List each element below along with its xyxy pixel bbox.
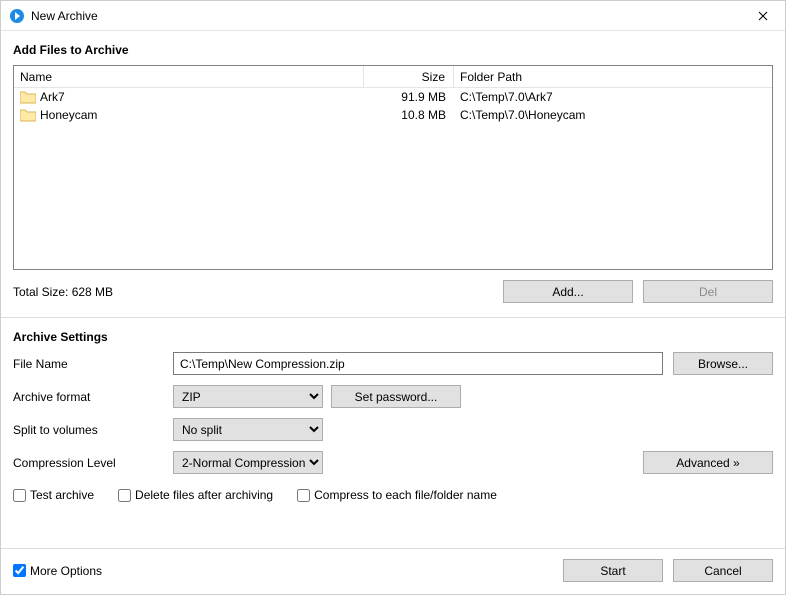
total-size: Total Size: 628 MB — [13, 285, 113, 299]
add-files-heading: Add Files to Archive — [13, 43, 773, 57]
compress-each-label: Compress to each file/folder name — [314, 488, 497, 502]
file-size: 91.9 MB — [364, 90, 454, 104]
column-header-name[interactable]: Name — [14, 66, 364, 87]
browse-button[interactable]: Browse... — [673, 352, 773, 375]
split-label: Split to volumes — [13, 423, 173, 437]
file-list: Name Size Folder Path Ark7 91.9 MB C:\Te… — [13, 65, 773, 270]
window-title: New Archive — [31, 9, 740, 23]
set-password-button[interactable]: Set password... — [331, 385, 461, 408]
file-list-body[interactable]: Ark7 91.9 MB C:\Temp\7.0\Ark7 Honeycam 1… — [14, 88, 772, 269]
cancel-button[interactable]: Cancel — [673, 559, 773, 582]
file-row[interactable]: Ark7 91.9 MB C:\Temp\7.0\Ark7 — [14, 88, 772, 106]
file-row[interactable]: Honeycam 10.8 MB C:\Temp\7.0\Honeycam — [14, 106, 772, 124]
compression-level-select[interactable]: 2-Normal Compression — [173, 451, 323, 474]
split-select[interactable]: No split — [173, 418, 323, 441]
test-archive-checkbox[interactable]: Test archive — [13, 488, 94, 502]
app-icon — [9, 8, 25, 24]
file-size: 10.8 MB — [364, 108, 454, 122]
more-options-checkbox[interactable]: More Options — [13, 564, 102, 578]
archive-settings-heading: Archive Settings — [13, 330, 773, 344]
start-button[interactable]: Start — [563, 559, 663, 582]
add-button[interactable]: Add... — [503, 280, 633, 303]
folder-icon — [20, 90, 36, 104]
file-name-input[interactable] — [173, 352, 663, 375]
delete-after-label: Delete files after archiving — [135, 488, 273, 502]
file-name: Ark7 — [40, 90, 65, 104]
more-options-label: More Options — [30, 564, 102, 578]
file-path: C:\Temp\7.0\Honeycam — [454, 108, 772, 122]
advanced-button[interactable]: Advanced » — [643, 451, 773, 474]
folder-icon — [20, 108, 36, 122]
file-name-label: File Name — [13, 357, 173, 371]
file-path: C:\Temp\7.0\Ark7 — [454, 90, 772, 104]
compression-level-label: Compression Level — [13, 456, 173, 470]
column-header-path[interactable]: Folder Path — [454, 66, 772, 87]
del-button[interactable]: Del — [643, 280, 773, 303]
titlebar: New Archive — [1, 1, 785, 31]
compress-each-checkbox[interactable]: Compress to each file/folder name — [297, 488, 497, 502]
archive-format-label: Archive format — [13, 390, 173, 404]
file-list-header: Name Size Folder Path — [14, 66, 772, 88]
column-header-size[interactable]: Size — [364, 66, 454, 87]
file-name: Honeycam — [40, 108, 97, 122]
archive-format-select[interactable]: ZIP — [173, 385, 323, 408]
delete-after-checkbox[interactable]: Delete files after archiving — [118, 488, 273, 502]
test-archive-label: Test archive — [30, 488, 94, 502]
close-button[interactable] — [740, 1, 785, 30]
